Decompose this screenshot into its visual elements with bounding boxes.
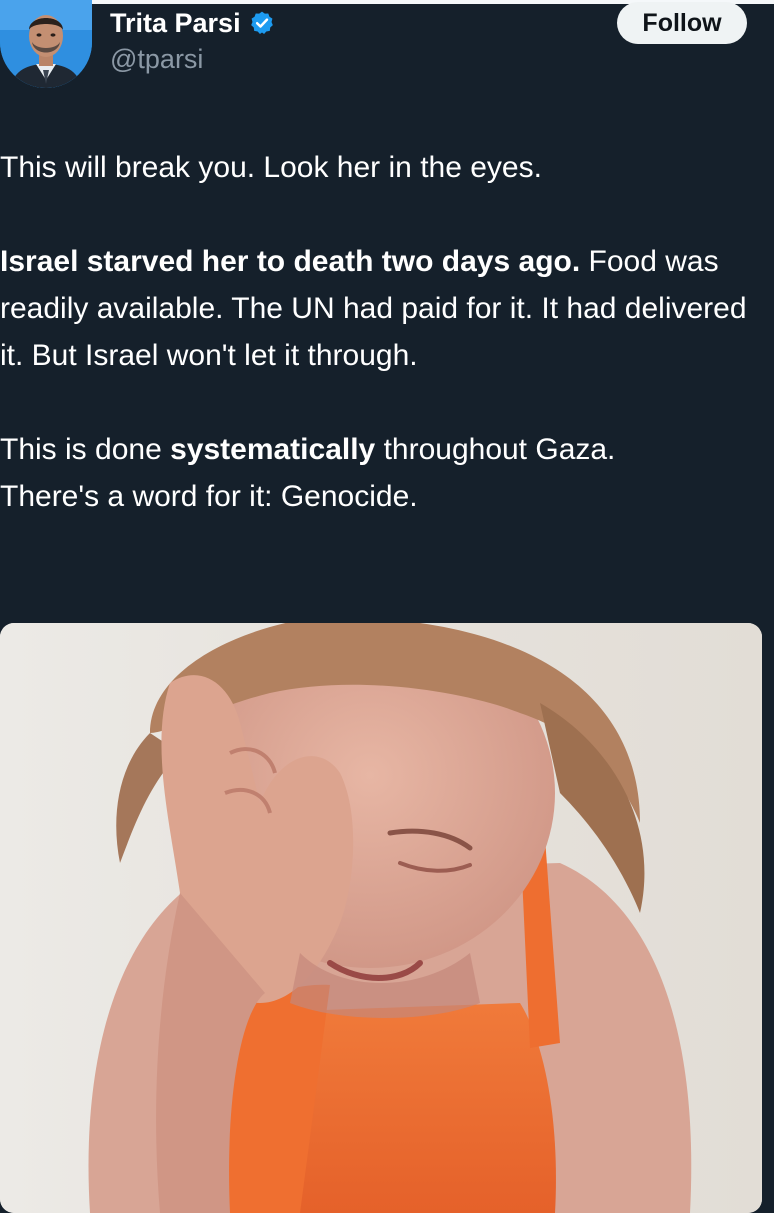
author-handle[interactable]: @tparsi — [110, 44, 203, 75]
tweet-paragraph-2: Israel starved her to death two days ago… — [0, 238, 770, 379]
author-name-row: Trita Parsi — [110, 6, 275, 40]
tweet: Trita Parsi @tparsi Follow This will bre… — [0, 0, 774, 1213]
tweet-paragraph-3-line-2: There's a word for it: Genocide. — [0, 480, 418, 513]
tweet-paragraph-3-start: This is done — [0, 433, 171, 466]
avatar[interactable] — [0, 0, 92, 88]
tweet-line-1: This will break you. Look her in the eye… — [0, 151, 542, 184]
tweet-paragraph-3: This is done systematically throughout G… — [0, 426, 770, 473]
tweet-text: This will break you. Look her in the eye… — [0, 144, 770, 520]
tweet-bold-systematically: systematically — [170, 433, 376, 466]
tweet-bold-statement: Israel starved her to death two days ago… — [0, 245, 581, 278]
avatar-photo-icon — [0, 0, 92, 88]
tweet-media-photo[interactable] — [0, 623, 762, 1213]
verified-badge-icon — [249, 10, 275, 36]
author-name[interactable]: Trita Parsi — [110, 8, 241, 39]
follow-button[interactable]: Follow — [617, 2, 747, 44]
tweet-paragraph-3-end: throughout Gaza. — [375, 433, 616, 466]
photo-image — [0, 623, 762, 1213]
